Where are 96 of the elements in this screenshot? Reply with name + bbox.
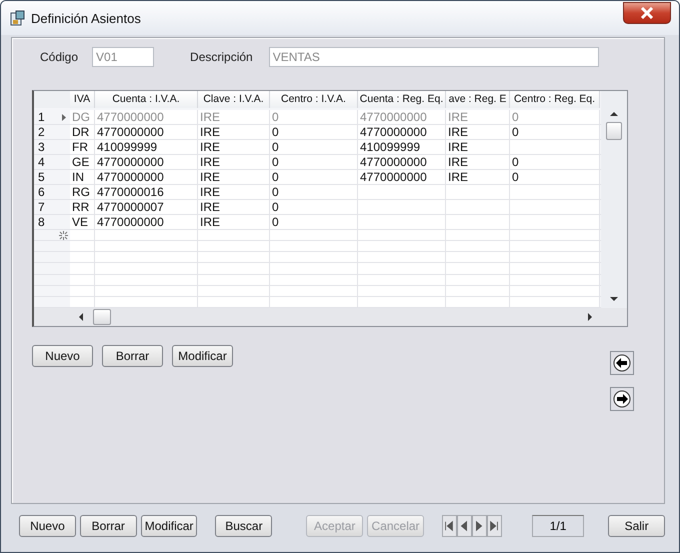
table-cell: IRE (198, 140, 270, 154)
row-number: 3 (38, 140, 45, 154)
table-cell: IRE (198, 125, 270, 139)
toolbar-button[interactable]: Modificar (140, 515, 198, 537)
table-cell: FR (70, 140, 95, 154)
new-row-icon (59, 230, 68, 240)
table-cell: 0 (270, 200, 358, 214)
table-cell: 0 (270, 155, 358, 169)
grid-action-button[interactable]: Modificar (172, 345, 233, 367)
row-number: 6 (38, 185, 45, 199)
table-cell: IRE (446, 155, 510, 169)
table-cell: IRE (198, 170, 270, 184)
scroll-thumb[interactable] (93, 309, 111, 325)
row-number: 8 (38, 215, 45, 229)
table-cell: IRE (198, 215, 270, 229)
table-cell: DR (70, 125, 95, 139)
table-cell: 4770000000 (95, 155, 198, 169)
column-header[interactable]: Centro : I.V.A. (270, 91, 358, 108)
scroll-up-icon (610, 111, 618, 116)
column-header[interactable]: ave : Reg. E (446, 91, 510, 108)
table-cell: 0 (270, 140, 358, 154)
table-cell: 410099999 (95, 140, 198, 154)
column-header[interactable]: Cuenta : Reg. Eq. (358, 91, 446, 108)
table-cell: 0 (510, 155, 600, 169)
table-cell: 4770000000 (95, 215, 198, 229)
table-cell: 4770000000 (95, 125, 198, 139)
row-number: 2 (38, 125, 45, 139)
table-cell: RR (70, 200, 95, 214)
table-cell: 4770000000 (358, 155, 446, 169)
table-cell: IRE (198, 155, 270, 169)
table-cell: IRE (446, 110, 510, 124)
vertical-scrollbar[interactable] (601, 91, 627, 308)
column-header[interactable]: IVA (70, 91, 95, 108)
close-icon (639, 7, 655, 19)
last-icon (488, 519, 500, 533)
table-cell: 0 (510, 125, 600, 139)
table-cell: 0 (270, 185, 358, 199)
table-cell: 4770000000 (95, 110, 198, 124)
row-number: 1 (38, 110, 45, 124)
table-cell: 0 (270, 125, 358, 139)
navigation-button[interactable] (486, 515, 502, 537)
exit-button[interactable]: Salir (608, 515, 665, 537)
grid-action-button[interactable]: Borrar (102, 345, 163, 367)
row-number: 4 (38, 155, 45, 169)
table-cell: IRE (446, 170, 510, 184)
current-row-icon (61, 112, 68, 122)
table-cell: 4770000000 (358, 110, 446, 124)
field-label: Descripción (190, 50, 253, 64)
text-field[interactable]: V01 (92, 47, 154, 67)
table-cell: IRE (198, 200, 270, 214)
table-cell: IRE (446, 140, 510, 154)
table-cell: IRE (198, 185, 270, 199)
column-header[interactable]: Cuenta : I.V.A. (95, 91, 198, 108)
table-cell: 410099999 (358, 140, 446, 154)
table-cell: 0 (270, 215, 358, 229)
row-number: 5 (38, 170, 45, 184)
app-icon (9, 10, 25, 26)
table-cell: 0 (510, 110, 600, 124)
column-header[interactable]: Centro : Reg. Eq. (510, 91, 600, 108)
table-cell: IRE (198, 110, 270, 124)
table-cell: 4770000000 (358, 125, 446, 139)
close-button[interactable] (623, 2, 671, 24)
table-cell: 0 (510, 170, 600, 184)
table-cell: VE (70, 215, 95, 229)
first-icon (443, 519, 456, 533)
toolbar-button[interactable]: Nuevo (19, 515, 76, 537)
table-cell: GE (70, 155, 95, 169)
row-number: 7 (38, 200, 45, 214)
table-cell: 0 (270, 110, 358, 124)
move-left-button[interactable] (610, 351, 634, 375)
table-cell: DG (70, 110, 95, 124)
scroll-right-icon (588, 313, 593, 321)
column-header[interactable]: Clave : I.V.A. (198, 91, 270, 108)
table-cell: 4770000007 (95, 200, 198, 214)
toolbar-button[interactable]: Buscar (215, 515, 272, 537)
move-right-button[interactable] (610, 387, 634, 411)
field-label: Código (40, 50, 78, 64)
table-cell: IRE (446, 125, 510, 139)
scroll-down-icon (610, 297, 618, 302)
table-cell: 0 (270, 170, 358, 184)
window-title: Definición Asientos (31, 10, 142, 26)
navigation-button[interactable] (442, 515, 457, 537)
navigation-button[interactable] (472, 515, 487, 537)
toolbar-button[interactable]: Borrar (80, 515, 137, 537)
table-cell: RG (70, 185, 95, 199)
horizontal-scrollbar[interactable] (34, 308, 627, 326)
table-cell: 4770000016 (95, 185, 198, 199)
record-counter: 1/1 (532, 515, 584, 537)
table-cell: 4770000000 (95, 170, 198, 184)
grid-action-button[interactable]: Nuevo (32, 345, 93, 367)
table-cell: IN (70, 170, 95, 184)
text-field[interactable]: VENTAS (268, 47, 599, 67)
table-cell: 4770000000 (358, 170, 446, 184)
scroll-left-icon (78, 313, 83, 321)
scroll-thumb[interactable] (606, 122, 622, 140)
navigation-button[interactable] (456, 515, 472, 537)
